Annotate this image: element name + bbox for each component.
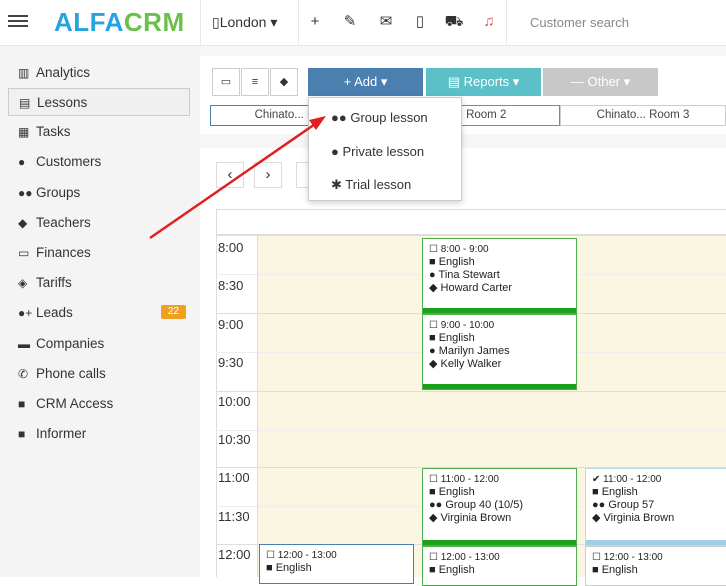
annotation-arrow — [149, 116, 326, 240]
